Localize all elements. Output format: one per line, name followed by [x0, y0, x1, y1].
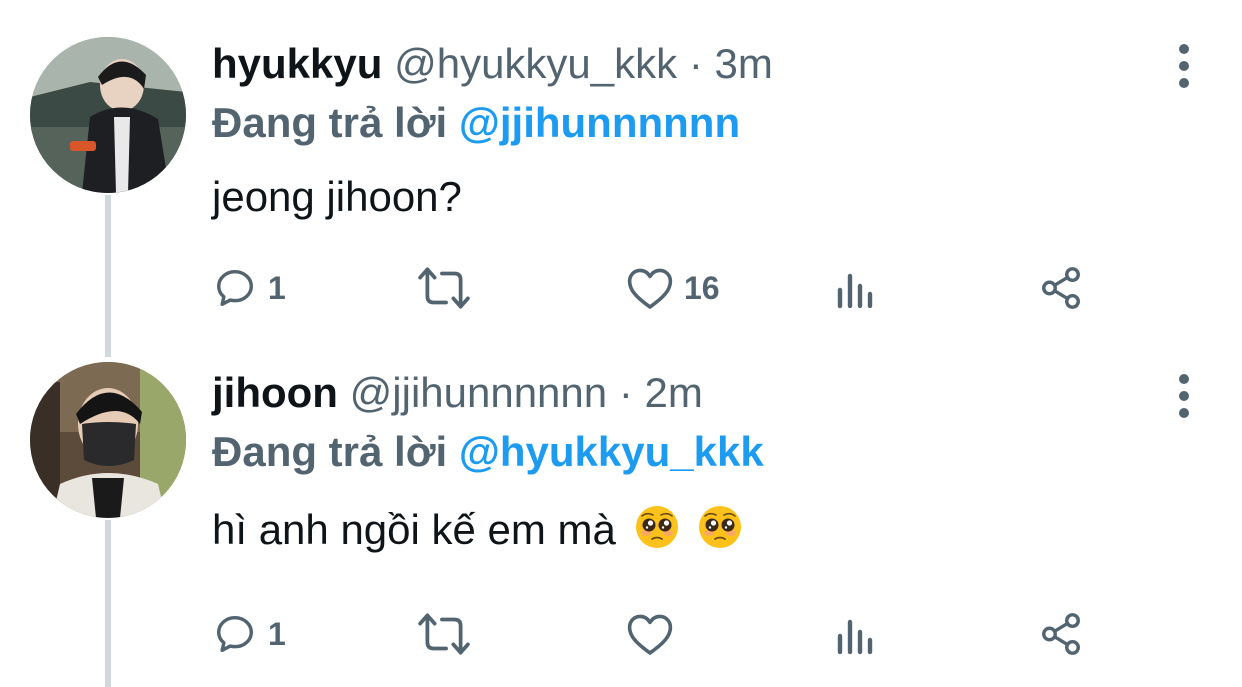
handle[interactable]: @hyukkyu_kkk	[394, 40, 677, 87]
reply-button[interactable]: 1	[212, 609, 286, 659]
tweet-header: jihoon @jjihunnnnnn · 2m	[212, 367, 1242, 419]
display-name[interactable]: hyukkyu	[212, 40, 382, 87]
reply-icon	[212, 265, 258, 311]
thread-line	[105, 195, 111, 357]
tweet-text-content: jeong jihoon?	[212, 173, 462, 220]
tweet-text-content: hì anh ngồi kế em mà	[212, 506, 616, 553]
mention-link[interactable]: @jjihunnnnnn	[459, 99, 740, 146]
tweet-text: hì anh ngồi kế em mà	[212, 503, 1242, 563]
action-bar: 1 16	[212, 263, 1112, 313]
reply-button[interactable]: 1	[212, 263, 286, 313]
replying-label: Đang trả lời	[212, 99, 448, 146]
views-button[interactable]	[834, 263, 878, 313]
retweet-icon	[417, 265, 471, 311]
replying-label: Đang trả lời	[212, 428, 448, 475]
share-button[interactable]	[1038, 263, 1084, 313]
handle[interactable]: @jjihunnnnnn	[350, 369, 608, 416]
tweet-text: jeong jihoon?	[212, 170, 1242, 224]
tweet[interactable]: jihoon @jjihunnnnnn · 2m Đang trả lời @h…	[212, 367, 1242, 563]
mention-link[interactable]: @hyukkyu_kkk	[459, 428, 764, 475]
reply-count: 1	[268, 615, 286, 652]
like-icon	[626, 611, 674, 657]
pleading-face-emoji	[634, 504, 680, 563]
separator: ·	[688, 40, 703, 87]
retweet-button[interactable]	[417, 263, 481, 313]
action-bar: 1	[212, 609, 1112, 659]
views-icon	[834, 611, 878, 657]
retweet-icon	[417, 611, 471, 657]
thread-line	[105, 520, 111, 687]
timestamp[interactable]: 3m	[715, 40, 773, 87]
pleading-face-emoji	[697, 504, 743, 563]
avatar[interactable]	[30, 362, 186, 518]
timestamp[interactable]: 2m	[644, 369, 702, 416]
replying-to: Đang trả lời @jjihunnnnnn	[212, 96, 1242, 150]
views-button[interactable]	[834, 609, 878, 659]
retweet-button[interactable]	[417, 609, 481, 659]
share-icon	[1038, 611, 1084, 657]
replying-to: Đang trả lời @hyukkyu_kkk	[212, 425, 1242, 479]
tweet-header: hyukkyu @hyukkyu_kkk · 3m	[212, 38, 1242, 90]
tweet[interactable]: hyukkyu @hyukkyu_kkk · 3m Đang trả lời @…	[212, 38, 1242, 224]
more-icon[interactable]	[1174, 374, 1194, 418]
reply-icon	[212, 611, 258, 657]
like-button[interactable]: 16	[626, 263, 720, 313]
display-name[interactable]: jihoon	[212, 369, 338, 416]
like-button[interactable]	[626, 609, 684, 659]
reply-count: 1	[268, 269, 286, 306]
views-icon	[834, 265, 878, 311]
avatar[interactable]	[30, 37, 186, 193]
share-button[interactable]	[1038, 609, 1084, 659]
like-icon	[626, 265, 674, 311]
more-icon[interactable]	[1174, 44, 1194, 88]
like-count: 16	[684, 269, 720, 306]
share-icon	[1038, 265, 1084, 311]
separator: ·	[618, 369, 633, 416]
